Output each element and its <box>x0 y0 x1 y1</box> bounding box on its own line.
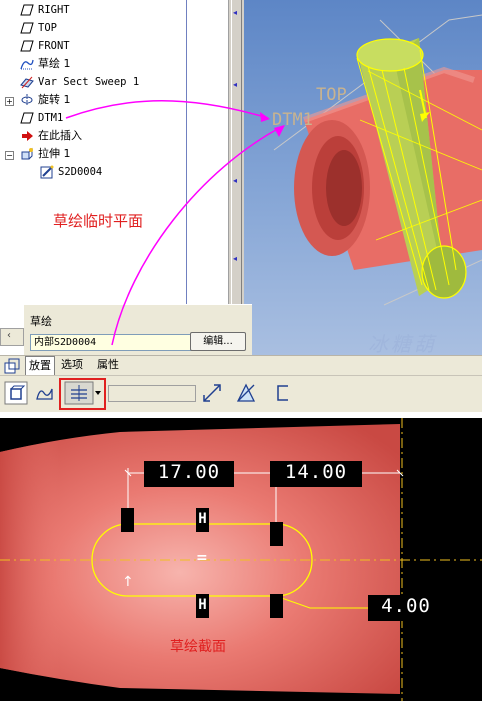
constraint-marker <box>270 522 283 546</box>
solid-icon <box>4 381 28 405</box>
top-area: RIGHT TOP FRONT 草绘 1 Var Sect Sweep 1 + … <box>0 0 482 355</box>
constraint-marker <box>121 508 134 532</box>
depth-option-icon <box>64 381 101 405</box>
solid-button[interactable] <box>4 381 28 405</box>
thicken-button[interactable] <box>272 381 296 405</box>
constraint-horizontal: H <box>196 508 209 532</box>
remove-material-icon <box>236 383 256 402</box>
sketch-canvas <box>0 418 482 701</box>
dimension-17[interactable]: 17.00 <box>144 461 234 487</box>
tab-properties[interactable]: 属性 <box>94 356 122 375</box>
constraint-marker <box>270 594 283 618</box>
surface-icon <box>36 388 53 400</box>
sketch-view[interactable]: 17.00 14.00 4.00 H H = ↑ <box>0 418 482 701</box>
remove-material-button[interactable] <box>234 381 258 405</box>
flip-direction-button[interactable] <box>200 381 224 405</box>
dashboard-tabs: 放置 选项 属性 <box>0 355 482 375</box>
constraint-horizontal: H <box>196 594 209 618</box>
surface-button[interactable] <box>32 381 56 405</box>
tab-options[interactable]: 选项 <box>58 356 86 375</box>
dashboard-toolbar <box>0 375 482 412</box>
callout-arrows <box>65 100 285 346</box>
constraint-vertical-arrow-icon: ↑ <box>122 574 134 590</box>
annotation-sketch-section: 草绘截面 <box>170 639 226 655</box>
flip-direction-icon <box>203 384 221 402</box>
thicken-icon <box>277 385 288 401</box>
dimension-14[interactable]: 14.00 <box>270 461 362 487</box>
constraint-equal: = <box>196 550 208 566</box>
depth-value-input[interactable] <box>108 385 196 402</box>
depth-option-button[interactable] <box>64 381 104 405</box>
dimension-4[interactable]: 4.00 <box>368 595 444 621</box>
tab-placement[interactable]: 放置 <box>25 356 55 375</box>
